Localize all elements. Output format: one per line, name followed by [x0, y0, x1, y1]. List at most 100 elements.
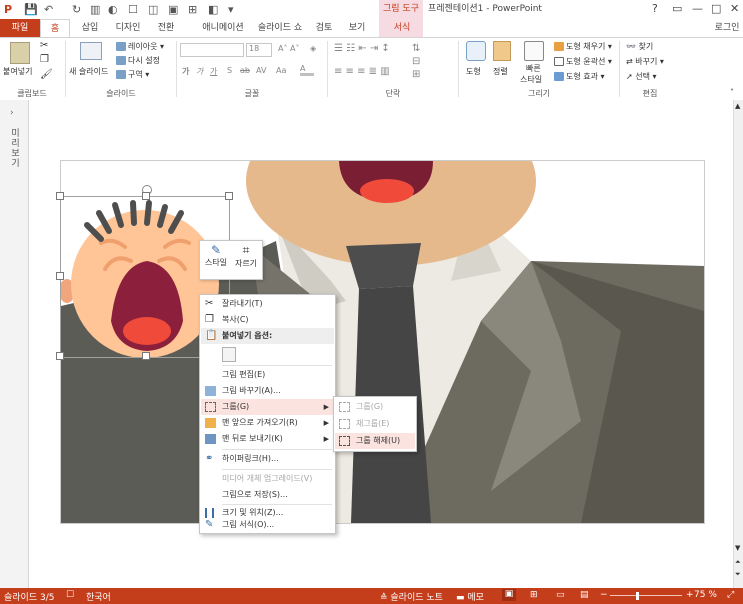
cut-icon[interactable]: ✂ — [40, 40, 48, 51]
next-slide-icon[interactable]: ⏷ — [735, 570, 741, 579]
menu-item-save-as-picture[interactable]: 그림으로 저장(S)... — [201, 487, 334, 503]
submenu-item-ungroup[interactable]: 그룹 해제(U) — [335, 433, 415, 449]
minimize-button[interactable]: — — [692, 2, 703, 15]
new-slide-button[interactable]: 새 슬라이드 — [69, 66, 108, 77]
menu-item-cut[interactable]: ✂ 잘라내기(T) — [201, 296, 334, 312]
scroll-up-icon[interactable]: ▲ — [735, 102, 740, 110]
tab-format[interactable]: 서식 — [382, 19, 422, 37]
case-button[interactable]: Aa — [276, 66, 286, 75]
smartart-icon[interactable]: ⊞ — [412, 69, 420, 80]
layout-button[interactable]: 레이아웃 ▾ — [116, 41, 164, 52]
arrange-button[interactable]: 정렬 — [493, 66, 508, 77]
resize-handle[interactable] — [56, 352, 64, 360]
close-button[interactable]: ✕ — [730, 2, 739, 15]
qat-icon-2[interactable]: ◐ — [108, 3, 118, 16]
paste-button[interactable]: 붙여넣기 — [3, 66, 32, 77]
crop-button[interactable]: ⌗ 자르기 — [232, 243, 260, 269]
bold-button[interactable]: 가 — [182, 66, 189, 77]
collapse-ribbon-icon[interactable]: ˄ — [730, 88, 734, 97]
tab-home[interactable]: 홈 — [40, 19, 70, 39]
tab-transitions[interactable]: 전환 — [152, 19, 180, 37]
shape-effects-button[interactable]: 도형 효과 ▾ — [554, 71, 605, 82]
zoom-in-icon[interactable]: + — [686, 590, 694, 600]
qat-icon-3[interactable]: ☐ — [128, 3, 138, 16]
text-direction-icon[interactable]: ⇅ — [412, 43, 420, 54]
qat-customize-icon[interactable]: ▾ — [228, 3, 234, 16]
font-name-combo[interactable] — [180, 43, 244, 57]
shapes-icon[interactable] — [466, 41, 486, 61]
shapes-button[interactable]: 도형 — [466, 66, 481, 77]
arrange-icon[interactable] — [493, 41, 511, 61]
slide-sorter-icon[interactable]: ⊞ — [530, 590, 538, 600]
thumbnail-pane[interactable]: › 미리보기 — [0, 100, 29, 588]
qat-icon-4[interactable]: ◫ — [148, 3, 158, 16]
expand-pane-icon[interactable]: › — [10, 108, 14, 118]
clear-format-icon[interactable]: ◈ — [310, 44, 316, 53]
tab-view[interactable]: 보기 — [343, 19, 371, 37]
section-button[interactable]: 구역 ▾ — [116, 69, 149, 80]
redo-icon[interactable]: ↻ — [72, 3, 81, 16]
qat-icon-1[interactable]: ▥ — [90, 3, 100, 16]
menu-item-bring-front[interactable]: 맨 앞으로 가져오기(R) ▶ — [201, 415, 334, 431]
shadow-button[interactable]: S — [227, 66, 232, 75]
align-icon[interactable]: ≡ ≡ ≡ ≣ ▥ — [334, 66, 390, 77]
resize-handle[interactable] — [142, 192, 150, 200]
prev-slide-icon[interactable]: ⏶ — [735, 558, 741, 567]
tab-design[interactable]: 디자인 — [110, 19, 146, 37]
menu-item-change-picture[interactable]: 그림 바꾸기(A)... — [201, 383, 334, 399]
format-painter-icon[interactable]: 🖌 — [40, 69, 53, 80]
vertical-scrollbar[interactable]: ▲ ▼ ⏶ ⏷ — [733, 100, 743, 588]
quick-styles-icon[interactable] — [524, 41, 544, 61]
reset-button[interactable]: 다시 설정 — [116, 55, 160, 66]
comments-button[interactable]: ▬ 메모 — [456, 590, 484, 603]
ribbon-display-button[interactable]: ▭ — [672, 2, 682, 15]
qat-icon-5[interactable]: ▣ — [168, 3, 178, 16]
qat-icon-6[interactable]: ⊞ — [188, 3, 197, 16]
resize-handle[interactable] — [56, 192, 64, 200]
strike-button[interactable]: ab — [240, 66, 250, 75]
qat-icon-7[interactable]: ◧ — [208, 3, 218, 16]
signin-link[interactable]: 로그인 — [710, 19, 743, 37]
fit-to-window-icon[interactable]: ⤢ — [727, 590, 734, 600]
underline-button[interactable]: 가 — [210, 66, 217, 77]
zoom-slider-track[interactable] — [610, 595, 682, 596]
zoom-level[interactable]: 75 % — [694, 590, 717, 600]
shape-fill-button[interactable]: 도형 채우기 ▾ — [554, 41, 612, 52]
menu-item-group[interactable]: 그룹(G) ▶ — [201, 399, 334, 415]
italic-button[interactable]: 가 — [196, 66, 203, 77]
font-grow-icon[interactable]: A˄ A˅ — [278, 44, 300, 53]
spacing-button[interactable]: AV — [256, 66, 266, 75]
resize-handle[interactable] — [56, 272, 64, 280]
help-button[interactable]: ? — [652, 2, 658, 15]
copy-icon[interactable]: ❐ — [40, 54, 49, 65]
reading-view-icon[interactable]: ▭ — [556, 590, 565, 600]
spellcheck-icon[interactable]: ☐ — [66, 590, 74, 600]
font-size-combo[interactable]: 18 — [246, 43, 272, 57]
shape-outline-button[interactable]: 도형 윤곽선 ▾ — [554, 56, 612, 67]
save-icon[interactable]: 💾 — [24, 3, 38, 16]
menu-item-edit-picture[interactable]: 그림 편집(E) — [201, 367, 334, 383]
find-button[interactable]: 👓 찾기 — [626, 41, 653, 52]
maximize-button[interactable]: □ — [711, 2, 721, 15]
bullets-icon[interactable]: ☰ ☷ ⇤ ⇥ ↕ — [334, 43, 390, 54]
quick-styles-button[interactable]: 빠른 — [526, 63, 541, 74]
select-button[interactable]: ➚ 선택 ▾ — [626, 71, 657, 82]
tab-slideshow[interactable]: 슬라이드 쇼 — [252, 19, 308, 37]
notes-button[interactable]: ≙ 슬라이드 노트 — [380, 590, 443, 603]
zoom-slider-thumb[interactable] — [636, 592, 639, 600]
paste-icon[interactable] — [10, 42, 30, 64]
slideshow-view-icon[interactable]: ▤ — [580, 590, 589, 600]
font-color-icon[interactable]: A — [300, 64, 314, 76]
menu-item-hyperlink[interactable]: ⚭ 하이퍼링크(H)... — [201, 451, 334, 467]
normal-view-icon[interactable]: ▣ — [502, 589, 516, 601]
tab-review[interactable]: 검토 — [310, 19, 338, 37]
tab-insert[interactable]: 삽입 — [76, 19, 104, 37]
quick-styles-button-2[interactable]: 스타일 — [520, 74, 542, 85]
new-slide-icon[interactable] — [80, 42, 102, 60]
zoom-out-icon[interactable]: − — [600, 590, 608, 600]
undo-icon[interactable]: ↶ — [44, 3, 53, 16]
resize-handle[interactable] — [225, 192, 233, 200]
menu-item-send-back[interactable]: 맨 뒤로 보내기(K) ▶ — [201, 431, 334, 447]
resize-handle[interactable] — [142, 352, 150, 360]
menu-item-copy[interactable]: ❐ 복사(C) — [201, 312, 334, 328]
